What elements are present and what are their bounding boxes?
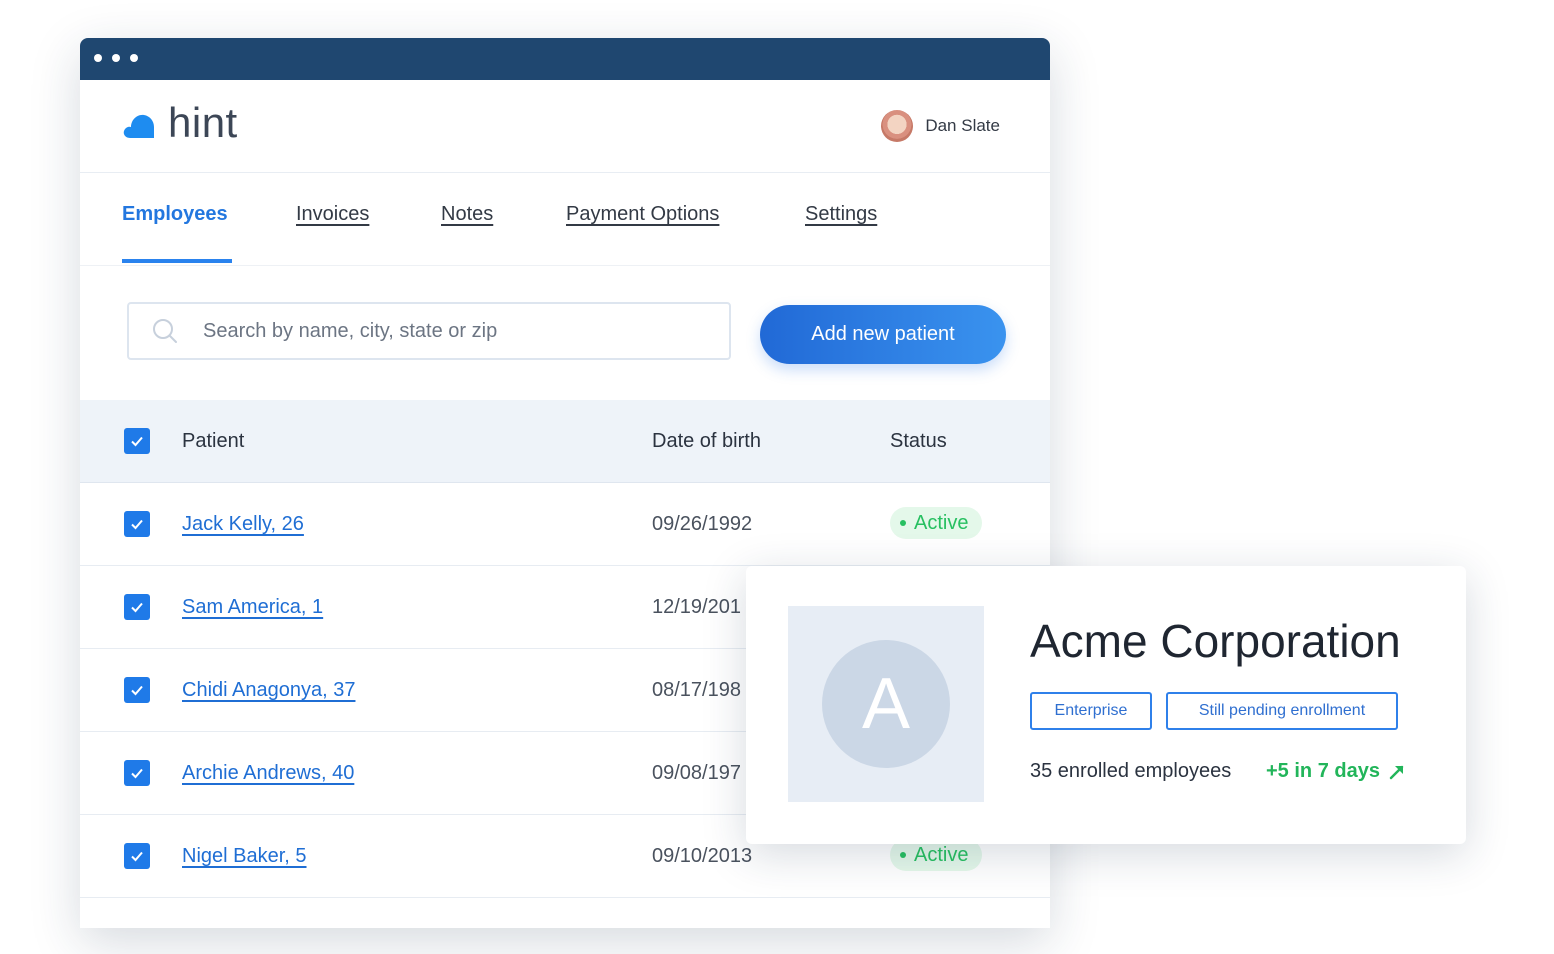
checkmark-icon	[131, 602, 143, 613]
checkmark-icon	[131, 851, 143, 862]
logo[interactable]: hint	[122, 102, 238, 144]
table-row: Jack Kelly, 26 09/26/1992 Active	[80, 483, 1050, 566]
table-header: Patient Date of birth Status	[80, 400, 1050, 483]
tab-invoices[interactable]: Invoices	[296, 203, 369, 226]
user-menu[interactable]: Dan Slate	[881, 110, 1000, 142]
date-of-birth: 09/26/1992	[652, 513, 753, 535]
patient-link[interactable]: Archie Andrews, 40	[182, 762, 354, 785]
date-of-birth: 08/17/198	[652, 679, 741, 701]
window-controls	[94, 54, 138, 62]
patient-link[interactable]: Sam America, 1	[182, 596, 323, 619]
checkmark-icon	[131, 768, 143, 779]
logo-text: hint	[168, 99, 238, 146]
date-of-birth: 12/19/201	[652, 596, 741, 618]
select-all-checkbox[interactable]	[124, 428, 150, 454]
row-checkbox[interactable]	[124, 843, 150, 869]
window-dot[interactable]	[94, 54, 102, 62]
active-tab-indicator	[122, 259, 232, 263]
enrollment-status-tag: Still pending enrollment	[1166, 692, 1398, 730]
trend-up-arrow-icon	[1389, 765, 1404, 779]
tab-notes[interactable]: Notes	[441, 203, 493, 226]
checkmark-icon	[131, 436, 143, 447]
tab-employees[interactable]: Employees	[122, 203, 228, 226]
checkmark-icon	[131, 685, 143, 696]
company-initial: A	[822, 640, 950, 768]
tab-bar: Employees Invoices Notes Payment Options…	[80, 173, 1050, 266]
growth-text: +5 in 7 days	[1266, 760, 1380, 782]
plan-tag: Enterprise	[1030, 692, 1152, 730]
row-checkbox[interactable]	[124, 511, 150, 537]
row-checkbox[interactable]	[124, 677, 150, 703]
user-name: Dan Slate	[925, 116, 1000, 135]
status-dot-icon	[900, 520, 906, 526]
status-dot-icon	[900, 852, 906, 858]
company-avatar: A	[788, 606, 984, 802]
avatar	[881, 110, 914, 142]
column-header-status[interactable]: Status	[890, 430, 947, 453]
company-name: Acme Corporation	[1030, 615, 1401, 667]
growth-indicator: +5 in 7 days	[1266, 760, 1406, 783]
tab-settings[interactable]: Settings	[805, 203, 877, 226]
column-header-patient[interactable]: Patient	[182, 430, 244, 453]
window-dot[interactable]	[112, 54, 120, 62]
add-new-patient-button[interactable]: Add new patient	[760, 305, 1006, 364]
window-dot[interactable]	[130, 54, 138, 62]
row-checkbox[interactable]	[124, 760, 150, 786]
patient-link[interactable]: Nigel Baker, 5	[182, 845, 307, 868]
patient-link[interactable]: Chidi Anagonya, 37	[182, 679, 355, 702]
status-text: Active	[914, 511, 969, 534]
enrolled-count: 35 enrolled employees	[1030, 760, 1232, 782]
app-header: hint Dan Slate	[80, 80, 1050, 173]
checkmark-icon	[131, 519, 143, 530]
company-card[interactable]: A Acme Corporation Enterprise Still pend…	[746, 566, 1466, 844]
status-text: Active	[914, 843, 969, 866]
search-box[interactable]	[127, 302, 731, 360]
cloud-logo-icon	[123, 114, 154, 138]
search-input[interactable]	[201, 318, 685, 344]
date-of-birth: 09/08/197	[652, 762, 741, 784]
search-icon	[153, 319, 177, 343]
column-header-dob[interactable]: Date of birth	[652, 430, 761, 453]
window-titlebar	[80, 38, 1050, 80]
status-badge: Active	[890, 507, 983, 539]
patient-link[interactable]: Jack Kelly, 26	[182, 513, 304, 536]
row-checkbox[interactable]	[124, 594, 150, 620]
tab-payment-options[interactable]: Payment Options	[566, 203, 719, 226]
date-of-birth: 09/10/2013	[652, 845, 753, 867]
